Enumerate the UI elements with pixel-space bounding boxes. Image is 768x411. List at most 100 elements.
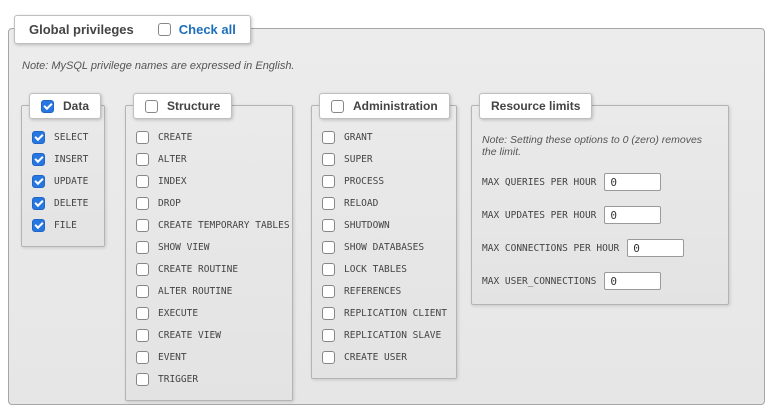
privilege-checkbox[interactable]: [136, 372, 149, 386]
privilege-checkbox[interactable]: [32, 218, 45, 232]
privilege-label: INSERT: [54, 153, 89, 165]
group-data: Data SELECT INSERT UPDATE DELETE FILE: [21, 93, 105, 247]
privilege-row[interactable]: DROP: [136, 192, 282, 214]
privilege-row[interactable]: CREATE USER: [322, 346, 446, 368]
privilege-row[interactable]: FILE: [32, 214, 94, 236]
privilege-row[interactable]: CREATE ROUTINE: [136, 258, 282, 280]
privilege-row[interactable]: SELECT: [32, 126, 94, 148]
privilege-checkbox[interactable]: [322, 174, 335, 188]
group-administration-checkbox[interactable]: [331, 99, 344, 113]
privilege-row[interactable]: REPLICATION CLIENT: [322, 302, 447, 324]
privilege-checkbox[interactable]: [32, 174, 45, 188]
privilege-checkbox[interactable]: [136, 284, 149, 298]
privilege-row[interactable]: EVENT: [136, 346, 282, 368]
privilege-row[interactable]: REPLICATION SLAVE: [322, 324, 446, 346]
privilege-row[interactable]: LOCK TABLES: [322, 258, 446, 280]
privilege-checkbox[interactable]: [136, 328, 149, 342]
privilege-checkbox[interactable]: [322, 328, 335, 342]
privilege-row[interactable]: PROCESS: [322, 170, 446, 192]
privilege-checkbox[interactable]: [136, 130, 149, 144]
group-administration-label: Administration: [353, 99, 438, 113]
group-administration-legend[interactable]: Administration: [319, 93, 450, 119]
group-structure-checkbox[interactable]: [145, 99, 158, 113]
privilege-label: LOCK TABLES: [344, 263, 407, 275]
privilege-row[interactable]: RELOAD: [322, 192, 446, 214]
check-all-checkbox[interactable]: [157, 23, 171, 36]
privilege-label: SHOW VIEW: [158, 241, 210, 253]
privilege-label: INDEX: [158, 175, 187, 187]
privilege-row[interactable]: EXECUTE: [136, 302, 282, 324]
privilege-row[interactable]: ALTER ROUTINE: [136, 280, 282, 302]
privilege-checkbox[interactable]: [32, 130, 45, 144]
privilege-label: ALTER: [158, 153, 187, 165]
max-connections-input[interactable]: [627, 239, 685, 257]
privilege-checkbox[interactable]: [136, 262, 149, 276]
privilege-label: CREATE USER: [344, 351, 407, 363]
privilege-row[interactable]: TRIGGER: [136, 368, 282, 390]
privilege-row[interactable]: SHOW DATABASES: [322, 236, 446, 258]
global-privileges-legend: Global privileges Check all: [14, 15, 251, 44]
privilege-row[interactable]: INSERT: [32, 148, 94, 170]
privilege-checkbox[interactable]: [322, 284, 335, 298]
privilege-checkbox[interactable]: [322, 218, 335, 232]
privilege-label: REPLICATION SLAVE: [344, 329, 442, 341]
privilege-row[interactable]: SUPER: [322, 148, 446, 170]
privilege-checkbox[interactable]: [322, 130, 335, 144]
privilege-row[interactable]: GRANT: [322, 126, 446, 148]
max-user-connections-label: MAX USER_CONNECTIONS: [482, 275, 597, 287]
privilege-label: CREATE: [158, 131, 193, 143]
privilege-checkbox[interactable]: [322, 196, 335, 210]
group-structure-legend[interactable]: Structure: [133, 93, 233, 119]
privilege-label: PROCESS: [344, 175, 385, 187]
privilege-label: FILE: [54, 219, 77, 231]
privilege-checkbox[interactable]: [322, 152, 335, 166]
privilege-checkbox[interactable]: [136, 174, 149, 188]
max-queries-input[interactable]: [604, 173, 662, 191]
max-user-connections-input[interactable]: [604, 272, 662, 290]
resource-limit-row: MAX CONNECTIONS PER HOUR: [482, 239, 718, 257]
privilege-checkbox[interactable]: [322, 306, 335, 320]
privilege-checkbox[interactable]: [136, 240, 149, 254]
privilege-checkbox[interactable]: [136, 218, 149, 232]
max-updates-input[interactable]: [604, 206, 662, 224]
privilege-label: DELETE: [54, 197, 89, 209]
group-data-checkbox[interactable]: [41, 99, 54, 113]
privilege-checkbox[interactable]: [136, 152, 149, 166]
privilege-checkbox[interactable]: [136, 306, 149, 320]
privilege-row[interactable]: UPDATE: [32, 170, 94, 192]
resource-limits-legend: Resource limits: [479, 93, 593, 119]
check-all-control[interactable]: Check all: [157, 22, 236, 37]
privilege-checkbox[interactable]: [32, 152, 45, 166]
privilege-label: CREATE ROUTINE: [158, 263, 239, 275]
privilege-label: ALTER ROUTINE: [158, 285, 233, 297]
privilege-checkbox[interactable]: [136, 196, 149, 210]
privilege-row[interactable]: INDEX: [136, 170, 282, 192]
privilege-checkbox[interactable]: [32, 196, 45, 210]
privilege-row[interactable]: REFERENCES: [322, 280, 446, 302]
privilege-row[interactable]: SHOW VIEW: [136, 236, 282, 258]
privilege-label: EVENT: [158, 351, 187, 363]
privilege-label: TRIGGER: [158, 373, 199, 385]
privilege-row[interactable]: ALTER: [136, 148, 282, 170]
privilege-row[interactable]: CREATE: [136, 126, 282, 148]
privilege-checkbox[interactable]: [322, 262, 335, 276]
group-structure: Structure CREATE ALTER INDEX DROP CREATE…: [125, 93, 293, 401]
resource-limits-note: Note: Setting these options to 0 (zero) …: [482, 134, 703, 158]
group-data-legend[interactable]: Data: [29, 93, 102, 119]
max-connections-label: MAX CONNECTIONS PER HOUR: [482, 242, 620, 254]
group-administration: Administration GRANT SUPER PROCESS RELOA…: [311, 93, 457, 379]
privilege-row[interactable]: SHUTDOWN: [322, 214, 446, 236]
privilege-row[interactable]: DELETE: [32, 192, 94, 214]
privilege-label: EXECUTE: [158, 307, 199, 319]
group-resource-limits: Resource limits Note: Setting these opti…: [471, 93, 729, 305]
privilege-label: UPDATE: [54, 175, 89, 187]
privilege-label: SHOW DATABASES: [344, 241, 425, 253]
check-all-label[interactable]: Check all: [179, 22, 236, 37]
privilege-row[interactable]: CREATE VIEW: [136, 324, 282, 346]
privilege-row[interactable]: CREATE TEMPORARY TABLES: [136, 214, 290, 236]
resource-limit-row: MAX QUERIES PER HOUR: [482, 173, 718, 191]
privilege-checkbox[interactable]: [322, 240, 335, 254]
privilege-label: SHUTDOWN: [344, 219, 390, 231]
privilege-checkbox[interactable]: [322, 350, 335, 364]
privilege-checkbox[interactable]: [136, 350, 149, 364]
